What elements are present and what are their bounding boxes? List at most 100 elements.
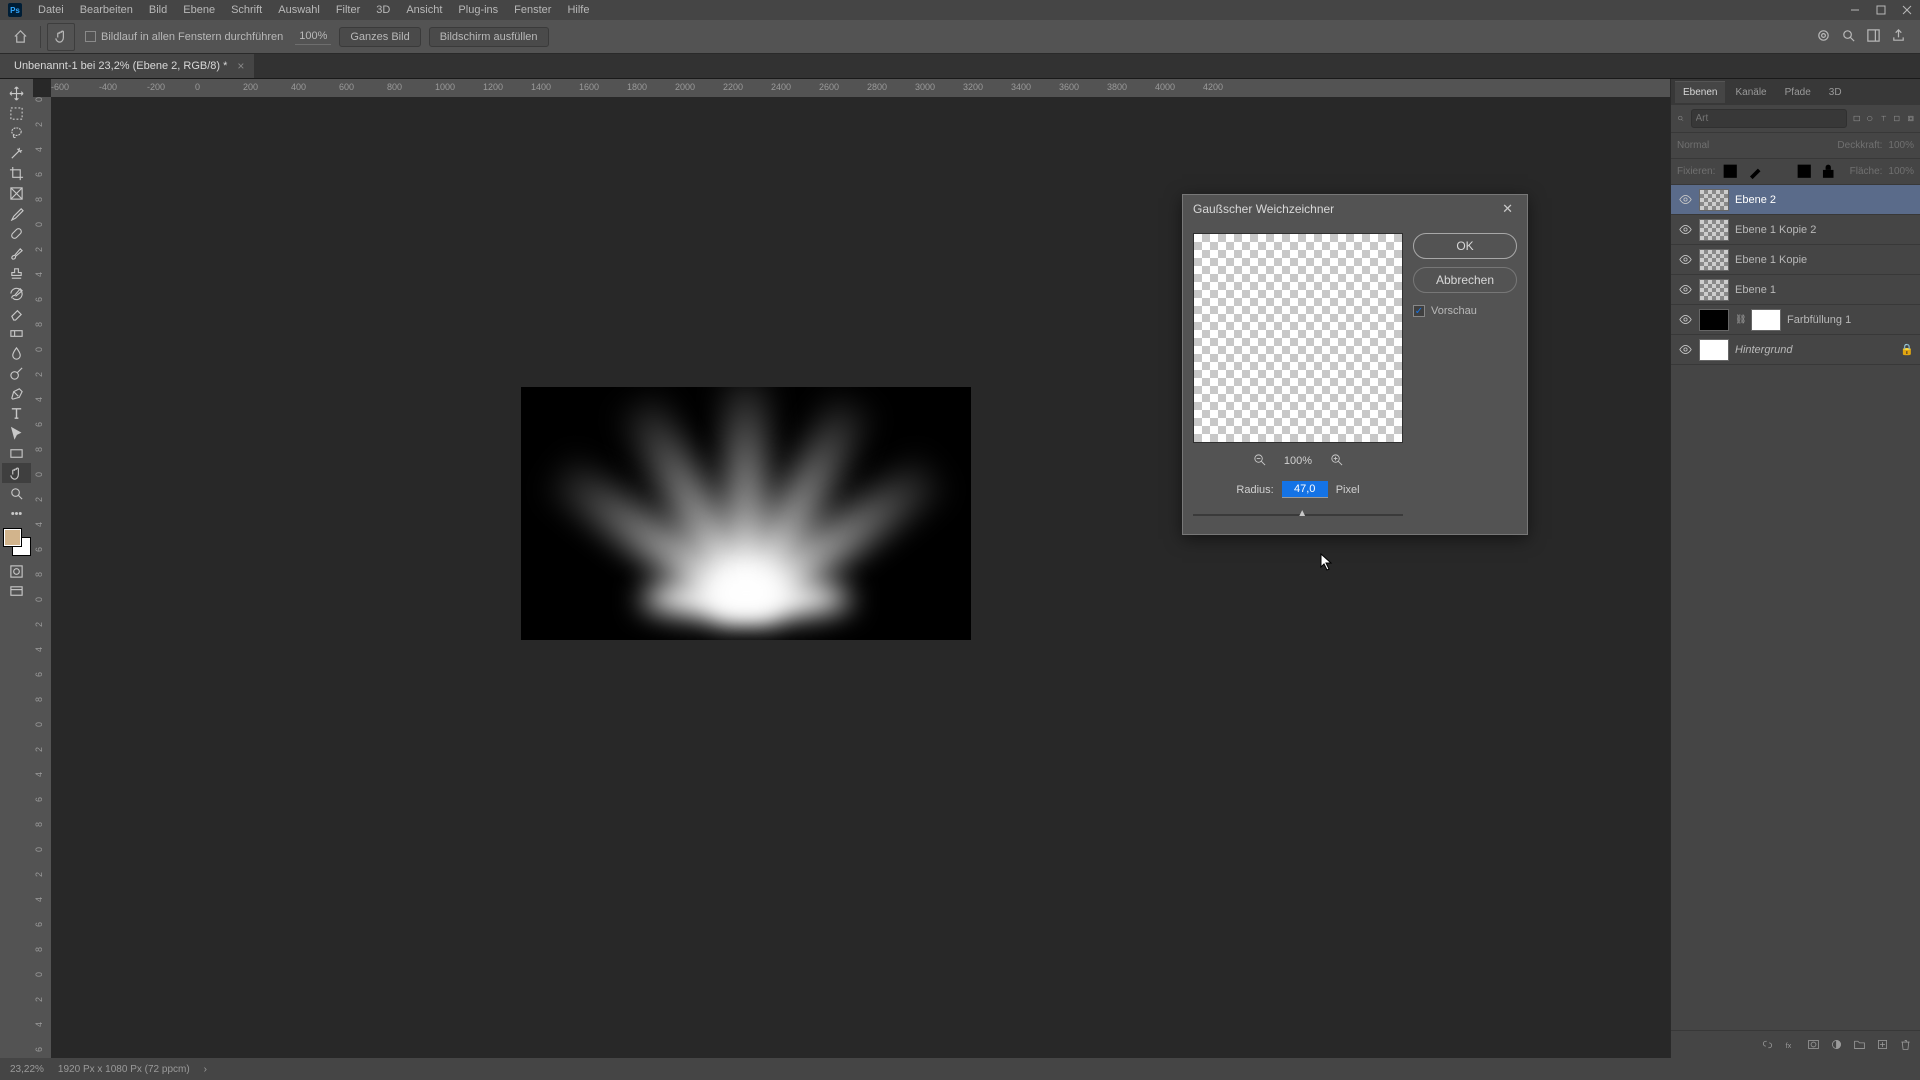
menu-image[interactable]: Bild <box>141 4 175 16</box>
frame-tool[interactable] <box>2 183 31 203</box>
lock-pixels-icon[interactable] <box>1721 162 1739 180</box>
share-icon[interactable] <box>1891 28 1906 46</box>
window-maximize[interactable] <box>1868 0 1894 20</box>
blur-tool[interactable] <box>2 343 31 363</box>
window-minimize[interactable] <box>1842 0 1868 20</box>
rectangle-tool[interactable] <box>2 443 31 463</box>
layer-row[interactable]: Hintergrund 🔒 <box>1671 335 1920 365</box>
menu-filter[interactable]: Filter <box>328 4 368 16</box>
dialog-titlebar[interactable]: Gaußscher Weichzeichner ✕ <box>1183 195 1527 223</box>
lasso-tool[interactable] <box>2 123 31 143</box>
layer-thumbnail[interactable] <box>1699 249 1729 271</box>
screenmode-tool[interactable] <box>2 581 31 601</box>
type-tool[interactable] <box>2 403 31 423</box>
marquee-tool[interactable] <box>2 103 31 123</box>
layer-name[interactable]: Ebene 2 <box>1735 194 1776 206</box>
workspace-icon[interactable] <box>1866 28 1881 46</box>
stamp-tool[interactable] <box>2 263 31 283</box>
color-swatches[interactable] <box>4 529 30 555</box>
close-tab-icon[interactable]: × <box>237 59 244 73</box>
menu-3d[interactable]: 3D <box>368 4 398 16</box>
healing-tool[interactable] <box>2 223 31 243</box>
lock-position-icon[interactable] <box>1770 162 1788 180</box>
mask-link-icon[interactable]: ⛓ <box>1735 314 1745 325</box>
lock-artboard-icon[interactable] <box>1795 162 1813 180</box>
layer-row[interactable]: ⛓ Farbfüllung 1 <box>1671 305 1920 335</box>
lock-brush-icon[interactable] <box>1746 162 1764 180</box>
zoom-tool[interactable] <box>2 483 31 503</box>
brush-tool[interactable] <box>2 243 31 263</box>
radius-input[interactable] <box>1282 481 1328 498</box>
link-layers-icon[interactable] <box>1761 1038 1774 1051</box>
move-tool[interactable] <box>2 83 31 103</box>
menu-type[interactable]: Schrift <box>223 4 270 16</box>
quickmask-tool[interactable] <box>2 561 31 581</box>
layer-filter-input[interactable] <box>1691 109 1847 128</box>
layer-name[interactable]: Hintergrund <box>1735 344 1792 356</box>
layer-thumbnail[interactable] <box>1699 279 1729 301</box>
menu-edit[interactable]: Bearbeiten <box>72 4 141 16</box>
hand-tool[interactable] <box>2 463 31 483</box>
search-icon[interactable] <box>1841 28 1856 46</box>
window-close[interactable] <box>1894 0 1920 20</box>
group-icon[interactable] <box>1853 1038 1866 1051</box>
gradient-tool[interactable] <box>2 323 31 343</box>
wand-tool[interactable] <box>2 143 31 163</box>
menu-view[interactable]: Ansicht <box>398 4 450 16</box>
mask-icon[interactable] <box>1807 1038 1820 1051</box>
visibility-toggle[interactable] <box>1677 253 1693 266</box>
foreground-color-swatch[interactable] <box>4 529 21 546</box>
fill-screen-button[interactable]: Bildschirm ausfüllen <box>429 27 549 47</box>
zoom-value-field[interactable]: 100% <box>295 28 331 45</box>
menu-file[interactable]: Datei <box>30 4 72 16</box>
dialog-close-icon[interactable]: ✕ <box>1498 201 1517 217</box>
preview-checkbox[interactable]: ✓ Vorschau <box>1413 305 1517 317</box>
visibility-toggle[interactable] <box>1677 343 1693 356</box>
filter-image-icon[interactable] <box>1853 112 1861 125</box>
status-zoom[interactable]: 23,22% <box>10 1064 44 1075</box>
fill-value[interactable]: 100% <box>1888 166 1914 177</box>
status-arrow-icon[interactable]: › <box>204 1064 207 1075</box>
fit-screen-button[interactable]: Ganzes Bild <box>339 27 420 47</box>
adjustment-icon[interactable] <box>1830 1038 1843 1051</box>
layer-thumbnail[interactable] <box>1699 189 1729 211</box>
layer-name[interactable]: Ebene 1 <box>1735 284 1776 296</box>
filter-shape-icon[interactable] <box>1893 112 1901 125</box>
menu-help[interactable]: Hilfe <box>559 4 597 16</box>
filter-adjust-icon[interactable] <box>1866 112 1874 125</box>
path-select-tool[interactable] <box>2 423 31 443</box>
layer-thumbnail[interactable] <box>1699 309 1729 331</box>
tab-channels[interactable]: Kanäle <box>1727 82 1774 103</box>
scroll-all-checkbox[interactable]: Bildlauf in allen Fenstern durchführen <box>85 31 283 43</box>
visibility-toggle[interactable] <box>1677 223 1693 236</box>
current-tool-hand[interactable] <box>47 23 75 51</box>
layer-name[interactable]: Ebene 1 Kopie 2 <box>1735 224 1816 236</box>
tab-layers[interactable]: Ebenen <box>1675 81 1725 103</box>
layer-name[interactable]: Ebene 1 Kopie <box>1735 254 1807 266</box>
opacity-value[interactable]: 100% <box>1888 140 1914 151</box>
crop-tool[interactable] <box>2 163 31 183</box>
lock-all-icon[interactable] <box>1819 162 1837 180</box>
blend-mode-select[interactable]: Normal <box>1677 140 1831 151</box>
menu-select[interactable]: Auswahl <box>270 4 328 16</box>
layer-thumbnail[interactable] <box>1699 219 1729 241</box>
layer-row[interactable]: Ebene 1 Kopie <box>1671 245 1920 275</box>
pen-tool[interactable] <box>2 383 31 403</box>
mask-thumbnail[interactable] <box>1751 309 1781 331</box>
tab-paths[interactable]: Pfade <box>1777 82 1819 103</box>
layer-name[interactable]: Farbfüllung 1 <box>1787 314 1851 326</box>
new-layer-icon[interactable] <box>1876 1038 1889 1051</box>
layer-row[interactable]: Ebene 1 <box>1671 275 1920 305</box>
visibility-toggle[interactable] <box>1677 283 1693 296</box>
radius-slider[interactable]: ▲ <box>1193 510 1403 520</box>
filter-smart-icon[interactable] <box>1907 112 1915 125</box>
home-button[interactable] <box>6 23 34 51</box>
eraser-tool[interactable] <box>2 303 31 323</box>
cloud-docs-icon[interactable] <box>1816 28 1831 46</box>
zoom-out-icon[interactable] <box>1253 453 1266 469</box>
eyedropper-tool[interactable] <box>2 203 31 223</box>
layer-thumbnail[interactable] <box>1699 339 1729 361</box>
menu-layer[interactable]: Ebene <box>175 4 223 16</box>
dialog-preview[interactable] <box>1193 233 1403 443</box>
filter-type-icon[interactable] <box>1880 112 1888 125</box>
